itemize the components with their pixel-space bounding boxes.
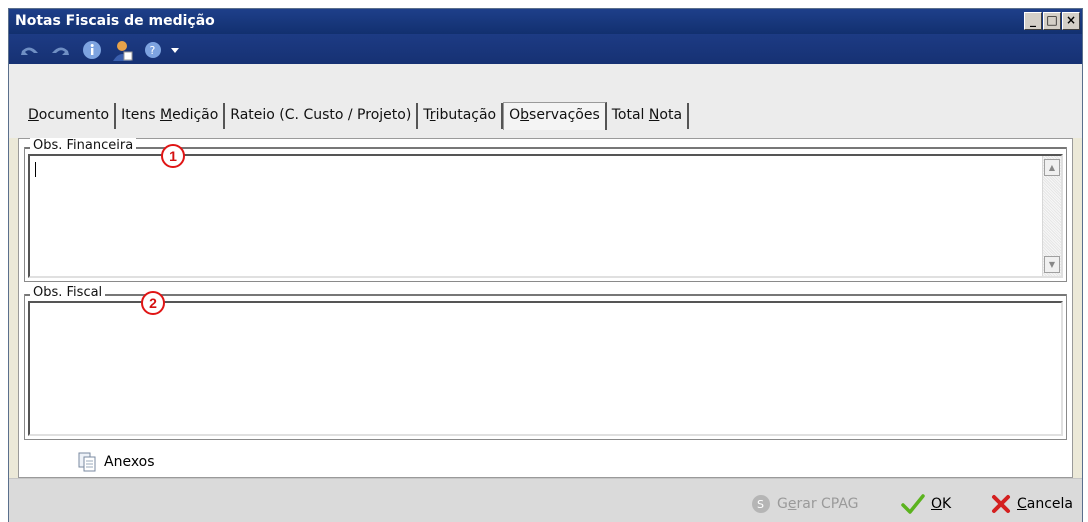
maximize-button[interactable]: □ [1043, 12, 1061, 30]
obs-financeira-group: Obs. Financeira ▲ ▼ [24, 138, 1067, 282]
tab-itens-medi-o[interactable]: Itens Medição [116, 103, 226, 129]
text-cursor [35, 162, 36, 177]
window-controls: _ □ × [1024, 12, 1080, 30]
cancel-x-icon [992, 495, 1010, 513]
marker-2: 2 [141, 291, 165, 315]
gerar-cpag-label: Gerar CPAG [777, 496, 859, 512]
redo-icon[interactable] [49, 40, 71, 60]
info-icon[interactable] [81, 40, 103, 60]
scroll-down-icon[interactable]: ▼ [1044, 256, 1060, 273]
cancela-label: Cancela [1017, 496, 1074, 512]
tab-rateio-c-custo-projeto[interactable]: Rateio (C. Custo / Projeto) [225, 103, 419, 129]
anexos-link[interactable]: Anexos [78, 452, 155, 472]
gerar-cpag-button[interactable]: S Gerar CPAG [751, 494, 859, 514]
tab-content-observacoes: Obs. Financeira ▲ ▼ 1 Obs. Fiscal 2 Anex… [18, 138, 1073, 478]
obs-fiscal-group: Obs. Fiscal [24, 285, 1067, 440]
tab-tributa-o[interactable]: Tributação [418, 103, 504, 129]
title-bar[interactable]: Notas Fiscais de medição _ □ × [9, 9, 1082, 34]
obs-fiscal-label: Obs. Fiscal [30, 285, 106, 300]
ok-label: OK [931, 496, 952, 512]
user-icon[interactable] [109, 40, 135, 61]
obs-financeira-label: Obs. Financeira [30, 138, 137, 153]
footer-bar: S Gerar CPAG OK Cancela [9, 478, 1082, 522]
tab-observa-es[interactable]: Observações [503, 102, 607, 130]
window-title: Notas Fiscais de medição [15, 13, 215, 29]
help-icon[interactable]: ? [143, 40, 183, 60]
tab-bar: Documento Itens Medição Rateio (C. Custo /… [9, 64, 1082, 138]
tab-documento[interactable]: Documento [23, 103, 117, 129]
scroll-up-icon[interactable]: ▲ [1044, 159, 1060, 176]
vertical-scrollbar[interactable]: ▲ ▼ [1042, 156, 1061, 276]
svg-text:?: ? [150, 44, 156, 57]
dialog-window: Notas Fiscais de medição _ □ × ? Documen… [8, 8, 1083, 522]
obs-fiscal-textarea[interactable] [28, 301, 1063, 436]
undo-icon[interactable] [19, 40, 41, 60]
svg-text:S: S [757, 498, 764, 511]
attachment-icon [78, 452, 96, 472]
group-divider [25, 294, 1066, 296]
money-icon: S [752, 495, 770, 513]
close-button[interactable]: × [1062, 12, 1080, 30]
anexos-label: Anexos [104, 454, 155, 470]
minimize-button[interactable]: _ [1024, 12, 1042, 30]
check-icon [901, 494, 925, 514]
toolbar: ? [9, 34, 1082, 64]
tab-total-nota[interactable]: Total Nota [606, 103, 690, 129]
cancela-button[interactable]: Cancela [991, 494, 1073, 514]
ok-button[interactable]: OK [901, 494, 951, 514]
marker-1: 1 [161, 144, 185, 168]
obs-financeira-textarea[interactable]: ▲ ▼ [28, 154, 1063, 278]
